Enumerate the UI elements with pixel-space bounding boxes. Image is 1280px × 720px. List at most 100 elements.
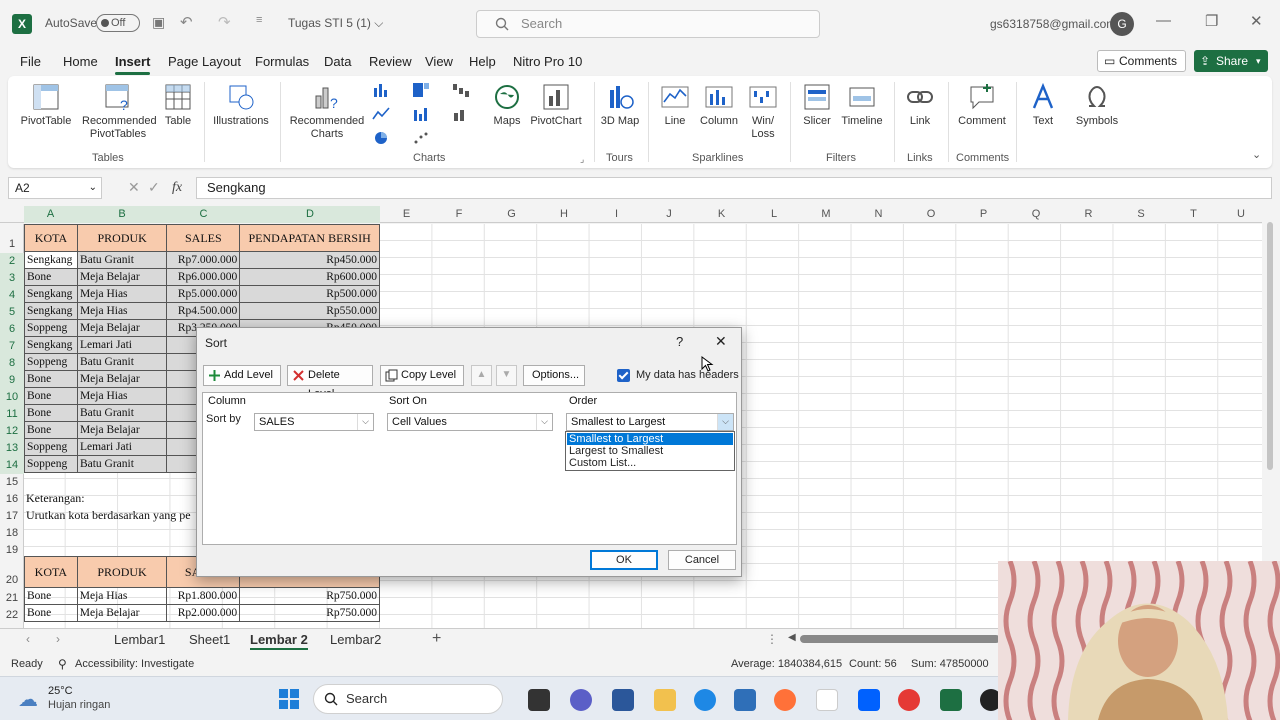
table-header-cell[interactable]: KOTA	[24, 556, 78, 588]
headers-label[interactable]: My data has headers	[636, 369, 739, 381]
table-cell[interactable]: Rp2.000.000	[166, 604, 241, 622]
note-text[interactable]: Urutkan kota berdasarkan yang pe	[26, 508, 191, 523]
row-header-3[interactable]: 3	[0, 270, 24, 287]
tab-home[interactable]: Home	[63, 54, 98, 69]
tab-nitro[interactable]: Nitro Pro 10	[513, 54, 582, 69]
teams-icon[interactable]	[570, 689, 592, 711]
excel-taskbar-icon[interactable]	[940, 689, 962, 711]
add-level-button[interactable]: Add Level	[203, 365, 281, 386]
table-cell[interactable]: Bone	[24, 587, 78, 605]
cancel-button[interactable]: Cancel	[668, 550, 736, 570]
table-cell[interactable]: Bone	[24, 604, 78, 622]
name-box[interactable]: A2 ⌄	[8, 177, 102, 199]
table-cell[interactable]: Rp750.000	[239, 587, 380, 605]
column-header-m[interactable]: M	[800, 206, 852, 223]
table-cell[interactable]: Bone	[24, 387, 78, 405]
redo-icon[interactable]: ↷	[218, 13, 231, 31]
table-header-cell[interactable]: KOTA	[24, 224, 78, 252]
column-header-h[interactable]: H	[538, 206, 590, 223]
row-header-14[interactable]: 14	[0, 457, 24, 474]
pie-chart-icon[interactable]	[372, 130, 390, 146]
column-header-f[interactable]: F	[433, 206, 485, 223]
taskbar-search[interactable]: Search	[313, 684, 503, 714]
column-header-l[interactable]: L	[748, 206, 800, 223]
table-cell[interactable]: Batu Granit	[76, 353, 168, 371]
table-cell[interactable]: Meja Hias	[76, 285, 168, 303]
file-explorer-icon[interactable]	[654, 689, 676, 711]
sortby-select[interactable]: SALES ⌵	[254, 413, 374, 431]
autosave-toggle[interactable]: Off	[96, 14, 140, 32]
row-header-5[interactable]: 5	[0, 304, 24, 321]
table-cell[interactable]: Meja Hias	[76, 387, 168, 405]
comments-button[interactable]: ▭ Comments	[1097, 50, 1186, 72]
table-cell[interactable]: Rp7.000.000	[166, 251, 241, 269]
table-cell[interactable]: Meja Belajar	[76, 421, 168, 439]
maps-button[interactable]: Maps	[490, 82, 524, 128]
column-header-k[interactable]: K	[695, 206, 748, 223]
copy-level-button[interactable]: Copy Level	[380, 365, 464, 386]
text-button[interactable]: Text	[1024, 82, 1062, 128]
row-header-15[interactable]: 15	[0, 474, 24, 491]
close-window-icon[interactable]: ✕	[1250, 12, 1263, 30]
sparkline-column-button[interactable]: Column	[696, 82, 742, 128]
move-up-button[interactable]: ▲	[471, 365, 492, 386]
word-icon[interactable]	[612, 689, 634, 711]
recommended-pivottables-button[interactable]: ? Recommended PivotTables	[82, 82, 157, 141]
headers-checkbox[interactable]	[617, 369, 630, 382]
sparkline-line-button[interactable]: Line	[656, 82, 694, 128]
column-header-e[interactable]: E	[380, 206, 433, 223]
column-header-g[interactable]: G	[485, 206, 538, 223]
tab-data[interactable]: Data	[324, 54, 351, 69]
avatar[interactable]: G	[1110, 12, 1134, 36]
account-email[interactable]: gs6318758@gmail.com	[990, 17, 1116, 31]
hierarchy-chart-icon[interactable]	[412, 82, 430, 98]
table-cell[interactable]: Rp500.000	[239, 285, 380, 303]
table-cell[interactable]: Batu Granit	[76, 455, 168, 473]
table-cell[interactable]: Sengkang	[24, 251, 78, 269]
prev-sheet-icon[interactable]: ‹	[26, 632, 30, 646]
table-header-cell[interactable]: SALES	[166, 224, 241, 252]
row-header-9[interactable]: 9	[0, 372, 24, 389]
table-cell[interactable]: Lemari Jati	[76, 336, 168, 354]
move-down-button[interactable]: ▼	[496, 365, 517, 386]
row-header-11[interactable]: 11	[0, 406, 24, 423]
start-icon[interactable]	[278, 688, 300, 710]
statistic-chart-icon[interactable]	[412, 106, 430, 122]
sheet-tab-lembar2[interactable]: Lembar2	[330, 632, 381, 647]
formula-input[interactable]: Sengkang	[196, 177, 1272, 199]
symbols-button[interactable]: Symbols	[1072, 82, 1122, 128]
next-sheet-icon[interactable]: ›	[56, 632, 60, 646]
amazon-icon[interactable]	[816, 689, 838, 711]
row-header-12[interactable]: 12	[0, 423, 24, 440]
row-header-13[interactable]: 13	[0, 440, 24, 457]
combo-chart-icon[interactable]	[452, 106, 470, 122]
column-header-i[interactable]: I	[590, 206, 643, 223]
row-header-10[interactable]: 10	[0, 389, 24, 406]
store-icon[interactable]	[734, 689, 756, 711]
sparkline-winloss-button[interactable]: Win/ Loss	[744, 82, 782, 141]
row-header-8[interactable]: 8	[0, 355, 24, 372]
edge-icon[interactable]	[694, 689, 716, 711]
order-select[interactable]: Smallest to Largest ⌵	[566, 413, 734, 431]
weather-desc[interactable]: Hujan ringan	[48, 699, 110, 711]
delete-level-button[interactable]: Delete Level	[287, 365, 373, 400]
tab-insert[interactable]: Insert	[115, 54, 151, 75]
column-header-n[interactable]: N	[852, 206, 905, 223]
link-button[interactable]: Link	[900, 82, 940, 128]
table-cell[interactable]: Meja Belajar	[76, 268, 168, 286]
table-cell[interactable]: Bone	[24, 268, 78, 286]
table-cell[interactable]: Meja Hias	[76, 302, 168, 320]
add-sheet-icon[interactable]: +	[432, 630, 441, 648]
3d-map-button[interactable]: 3D Map	[600, 82, 640, 128]
table-cell[interactable]: Rp5.000.000	[166, 285, 241, 303]
table-cell[interactable]: Rp1.800.000	[166, 587, 241, 605]
column-header-p[interactable]: P	[957, 206, 1010, 223]
column-header-t[interactable]: T	[1167, 206, 1220, 223]
table-cell[interactable]: Meja Belajar	[76, 604, 168, 622]
column-header-o[interactable]: O	[905, 206, 957, 223]
options-button[interactable]: Options...	[523, 365, 585, 386]
column-header-d[interactable]: D	[240, 206, 380, 223]
tab-file[interactable]: File	[20, 54, 41, 69]
row-header-2[interactable]: 2	[0, 253, 24, 270]
column-header-c[interactable]: C	[167, 206, 240, 223]
